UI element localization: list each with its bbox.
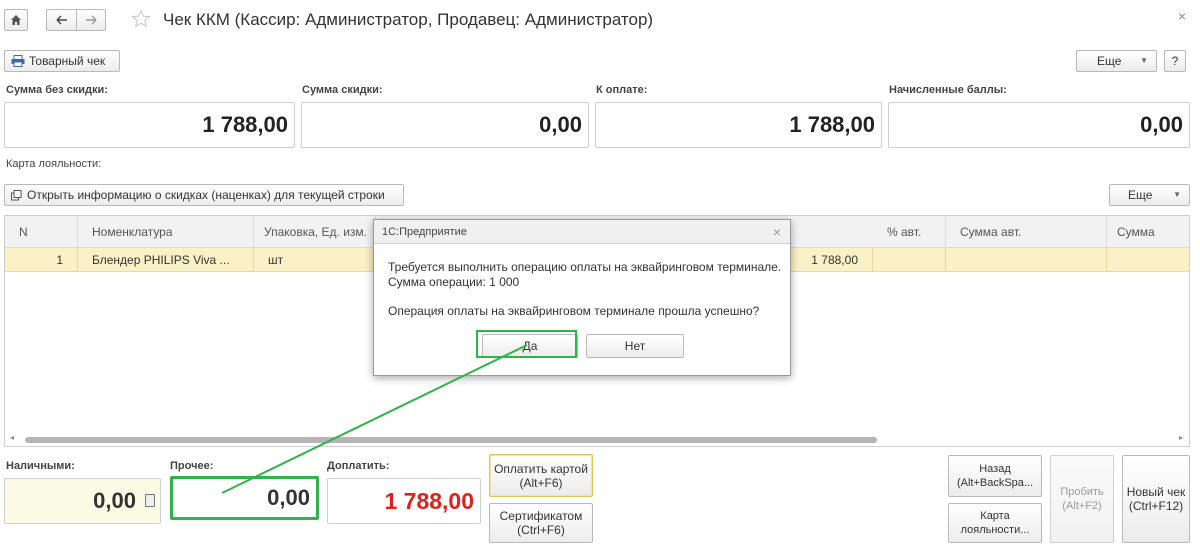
no-discount-value: 1 788,00 <box>4 102 295 148</box>
other-input[interactable]: 0,00 <box>170 476 319 520</box>
dropdown-arrow-icon: ▼ <box>1173 190 1181 199</box>
table-more-button[interactable]: Еще ▼ <box>1109 184 1190 206</box>
column-header-unit[interactable]: Упаковка, Ед. изм. <box>254 216 376 248</box>
certificate-button[interactable]: Сертификатом (Ctrl+F6) <box>489 503 593 543</box>
dialog-line-1: Требуется выполнить операцию оплаты на э… <box>388 260 782 274</box>
scroll-left-icon[interactable]: ◂ <box>10 433 14 442</box>
column-header-sum[interactable]: Сумма <box>1107 216 1189 248</box>
due-label: Доплатить: <box>327 460 390 472</box>
window-title: Чек ККМ (Кассир: Администратор, Продавец… <box>163 10 654 29</box>
loyalty-line1: Карта <box>980 510 1010 522</box>
close-icon[interactable]: × <box>1178 8 1186 24</box>
table-more-label: Еще <box>1128 188 1153 202</box>
cell-unit: шт <box>254 248 376 272</box>
yes-highlight-frame <box>476 330 577 358</box>
cell-auto-percent <box>873 248 946 272</box>
payment-dialog: 1С:Предприятие × Требуется выполнить опе… <box>373 219 791 376</box>
back-line1: Назад <box>979 463 1011 475</box>
open-window-icon <box>11 189 22 200</box>
calculator-icon[interactable] <box>145 494 155 507</box>
back-nav-button[interactable] <box>46 9 76 31</box>
discount-info-button[interactable]: Открыть информацию о скидках (наценках) … <box>4 184 404 206</box>
no-button-label: Нет <box>624 339 646 353</box>
to-pay-value: 1 788,00 <box>595 102 882 148</box>
dialog-line-2: Сумма операции: 1 000 <box>388 275 520 289</box>
printer-icon <box>11 55 25 67</box>
cash-label: Наличными: <box>6 460 75 472</box>
back-line2: (Alt+BackSpa... <box>956 477 1034 489</box>
discount-value: 0,00 <box>301 102 589 148</box>
due-value-box: 1 788,00 <box>327 478 481 524</box>
loyalty-line2: лояльности... <box>960 524 1030 536</box>
help-label: ? <box>1171 54 1179 68</box>
new-receipt-button[interactable]: Новый чек (Ctrl+F12) <box>1122 455 1190 543</box>
other-label: Прочее: <box>170 460 214 472</box>
new-line1: Новый чек <box>1126 485 1186 499</box>
punch-line1: Пробить <box>1060 486 1104 498</box>
more-menu-label: Еще <box>1097 54 1122 68</box>
help-button[interactable]: ? <box>1164 50 1186 72</box>
loyalty-card-label: Карта лояльности: <box>6 158 102 170</box>
other-value: 0,00 <box>267 485 310 510</box>
cash-input[interactable]: 0,00 <box>4 478 161 524</box>
cell-auto-sum <box>946 248 1107 272</box>
horizontal-scrollbar[interactable]: ◂ ▸ <box>5 432 1189 446</box>
scrollbar-thumb[interactable] <box>25 437 877 443</box>
dialog-close-icon[interactable]: × <box>773 220 781 244</box>
arrow-left-icon <box>56 15 67 25</box>
home-button[interactable] <box>4 9 28 31</box>
forward-nav-button[interactable] <box>76 9 106 31</box>
dialog-title: 1С:Предприятие <box>382 226 467 238</box>
back-button[interactable]: Назад (Alt+BackSpa... <box>948 455 1042 497</box>
certificate-line2: (Ctrl+F6) <box>517 523 565 537</box>
column-header-n[interactable]: N <box>5 216 78 248</box>
cell-item: Блендер PHILIPS Viva ... <box>78 248 254 272</box>
points-value: 0,00 <box>888 102 1190 148</box>
favorite-star-icon[interactable] <box>131 9 153 31</box>
scroll-right-icon[interactable]: ▸ <box>1179 433 1183 442</box>
pay-card-line1: Оплатить картой <box>494 461 588 476</box>
to-pay-label: К оплате: <box>596 84 648 96</box>
dialog-title-bar: 1С:Предприятие × <box>374 220 790 244</box>
dropdown-arrow-icon: ▼ <box>1140 56 1148 65</box>
cell-n: 1 <box>5 248 78 272</box>
due-value: 1 788,00 <box>384 487 474 514</box>
no-discount-label: Сумма без скидки: <box>6 84 108 96</box>
punch-line2: (Alt+F2) <box>1062 500 1102 512</box>
cash-value: 0,00 <box>93 488 136 513</box>
home-icon <box>11 15 21 25</box>
column-header-auto-sum[interactable]: Сумма авт. <box>946 216 1107 248</box>
points-label: Начисленные баллы: <box>889 84 1007 96</box>
discount-label: Сумма скидки: <box>302 84 383 96</box>
column-header-item[interactable]: Номенклатура <box>78 216 254 248</box>
column-header-auto-percent[interactable]: % авт. <box>873 216 946 248</box>
loyalty-card-button[interactable]: Карта лояльности... <box>948 503 1042 543</box>
more-menu-button[interactable]: Еще ▼ <box>1076 50 1157 72</box>
arrow-right-icon <box>86 15 97 25</box>
receipt-button[interactable]: Товарный чек <box>4 50 120 72</box>
discount-info-label: Открыть информацию о скидках (наценках) … <box>27 188 385 202</box>
pay-card-button[interactable]: Оплатить картой (Alt+F6) <box>489 454 593 497</box>
cell-amount: 1 788,00 <box>791 248 873 272</box>
punch-button[interactable]: Пробить (Alt+F2) <box>1050 455 1114 543</box>
no-button[interactable]: Нет <box>586 334 684 358</box>
new-line2: (Ctrl+F12) <box>1128 499 1184 513</box>
dialog-question: Операция оплаты на эквайринговом термина… <box>388 304 760 318</box>
receipt-button-label: Товарный чек <box>29 54 106 68</box>
pay-card-line2: (Alt+F6) <box>519 475 563 490</box>
certificate-line1: Сертификатом <box>499 509 583 523</box>
